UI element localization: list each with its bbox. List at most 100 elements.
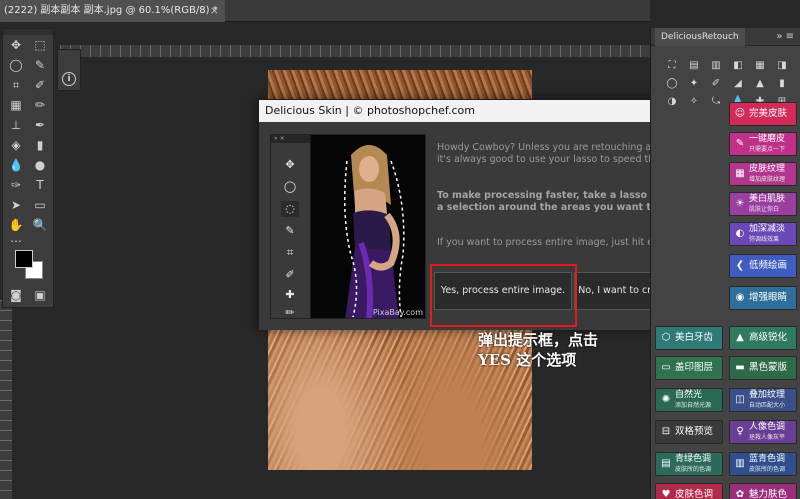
- retouch-button[interactable]: ◐ 加深减淡 弥调线效果: [729, 222, 797, 246]
- retouch-button[interactable]: ▥ 蓝青色调 皮肤所的色调: [729, 452, 797, 476]
- retouch-button[interactable]: ☀ 美白肌肤 肌肤让你白: [729, 192, 797, 216]
- blur-tool-icon[interactable]: 💧: [5, 155, 27, 175]
- foreground-color-swatch[interactable]: [15, 250, 33, 268]
- marquee-tool-icon[interactable]: ⬚: [29, 35, 51, 55]
- brush-icon: ✎: [735, 138, 745, 149]
- retouch-button[interactable]: ♥ 皮肤色调: [655, 483, 723, 499]
- retouch-button-label: 美白牙齿: [675, 332, 714, 343]
- annotation-line-1: 弹出提示框，点击: [478, 331, 599, 349]
- swap-icon[interactable]: ⤿: [705, 94, 727, 110]
- sparkle-icon[interactable]: ✧: [683, 94, 705, 110]
- highlight-box: [430, 264, 577, 327]
- close-tab-icon[interactable]: ×: [210, 0, 219, 22]
- select-icon[interactable]: ⛶: [661, 58, 683, 74]
- retouch-button[interactable]: ⊟ 双格预览: [655, 420, 723, 444]
- retouch-button[interactable]: ▲ 高级锐化: [729, 326, 797, 350]
- gradient-icon[interactable]: ▥: [705, 58, 727, 74]
- photoshop-window: { "document_tab": { "title": "(2222) 副本副…: [0, 0, 800, 499]
- retouch-button-label: 人像色调: [749, 422, 786, 432]
- retouch-button[interactable]: ▬ 黑色蒙版: [729, 356, 797, 380]
- healing-tool-icon[interactable]: ▦: [5, 95, 27, 115]
- levels-icon[interactable]: ▲: [749, 76, 771, 92]
- chevron-icon: ❮: [735, 260, 745, 271]
- quick-select-tool-icon[interactable]: ✎: [29, 55, 51, 75]
- overlay-icon: ◫: [735, 394, 745, 405]
- retouch-button-label: 盖印图层: [675, 362, 714, 373]
- fill-icon[interactable]: ◧: [727, 58, 749, 74]
- tools-panel: ✥ ⬚ ◯ ✎ ⌗ ✐ ▦ ✏ ⊥ ✒ ◈ ▮ 💧 ● ✑ T ➤ ▭ ✋ 🔍 …: [2, 28, 54, 308]
- retouch-button-label: 增强眼睛: [749, 292, 788, 303]
- more-tools-icon[interactable]: ⋯: [5, 231, 27, 251]
- retouch-button-label: 美白肌肤: [749, 194, 786, 204]
- dodge-icon: ◐: [735, 228, 745, 239]
- retouch-button[interactable]: ⬡ 美白牙齿: [655, 326, 723, 350]
- lasso-icon[interactable]: ◯: [661, 76, 683, 92]
- history-brush-icon[interactable]: ✒: [29, 115, 51, 135]
- halftone-icon[interactable]: ▦: [749, 58, 771, 74]
- eraser-tool-icon[interactable]: ◈: [5, 135, 27, 155]
- preview-image: » × ✥ ◯ ◌ ✎ ⌗ ✐ ✚ ✏ PixaBay.com: [270, 134, 426, 319]
- panel-tab[interactable]: DeliciousRetouch: [655, 28, 745, 46]
- panel-header: DeliciousRetouch » ≡: [651, 28, 800, 46]
- screen-mode-icon[interactable]: ▣: [29, 285, 51, 305]
- retouch-button[interactable]: ▦ 皮肤纹理 增加皮肤纹理: [729, 162, 797, 186]
- texture-icon: ▦: [735, 168, 745, 179]
- dodge-tool-icon[interactable]: ●: [29, 155, 51, 175]
- retouch-button-label: 一键磨皮: [749, 134, 786, 144]
- retouch-button[interactable]: ▤ 青绿色调皮肤所的色调: [655, 452, 723, 476]
- portrait-illustration: [344, 145, 405, 318]
- retouch-button-sublabel: 皮肤所的色调: [675, 466, 712, 473]
- retouch-button[interactable]: ☺ 完美皮肤: [729, 102, 797, 126]
- info-panel: i: [57, 49, 81, 91]
- quick-mask-icon[interactable]: ◙: [5, 285, 27, 305]
- zoom-tool-icon[interactable]: 🔍: [29, 215, 51, 235]
- retouch-button[interactable]: ❮ 低频绘画: [729, 254, 797, 278]
- retouch-button[interactable]: ◉ 增强眼睛: [729, 286, 797, 310]
- annotation-line-2: YES 这个选项: [478, 351, 577, 369]
- panel-menu-icon[interactable]: » ≡: [776, 28, 794, 46]
- shape-tool-icon[interactable]: ▭: [29, 195, 51, 215]
- annotation-text: 弹出提示框，点击 YES 这个选项: [478, 330, 598, 370]
- stack-icon[interactable]: ▤: [683, 58, 705, 74]
- retouch-button[interactable]: ✎ 一键磨皮只需要点一下: [729, 132, 797, 156]
- brush-tool-icon[interactable]: ✏: [29, 95, 51, 115]
- teal-icon: ▤: [661, 458, 671, 469]
- quick-select-tool-icon: ✎: [285, 224, 295, 237]
- wand-icon[interactable]: ✦: [683, 76, 705, 92]
- type-tool-icon[interactable]: T: [29, 175, 51, 195]
- preview-portrait: PixaBay.com: [311, 135, 425, 318]
- tooth-icon: ⬡: [661, 332, 671, 343]
- retouch-button-sublabel: 只需要点一下: [749, 146, 786, 153]
- retouch-button[interactable]: ✺ 自然光 添加自然光源: [655, 388, 723, 412]
- eyedropper-tool-icon[interactable]: ✐: [29, 75, 51, 95]
- document-tab-bar: (2222) 副本副本 副本.jpg @ 60.1%(RGB/8) * ×: [0, 0, 650, 22]
- retouch-button-sublabel: 添加自然光源: [675, 402, 712, 409]
- histogram-icon[interactable]: ▮: [771, 76, 793, 92]
- info-icon[interactable]: i: [62, 72, 76, 86]
- lasso-tool-icon[interactable]: ◯: [5, 55, 27, 75]
- retouch-button[interactable]: ♀ 人像色调 拯救人像灰平: [729, 420, 797, 444]
- retouch-button-label: 自然光: [675, 390, 703, 400]
- charm-icon: ✿: [735, 489, 745, 499]
- pen-tool-icon[interactable]: ✑: [5, 175, 27, 195]
- retouch-button[interactable]: ▭ 盖印图层: [655, 356, 723, 380]
- stamp-tool-icon[interactable]: ⊥: [5, 115, 27, 135]
- gradient-tool-icon[interactable]: ▮: [29, 135, 51, 155]
- pipette-icon[interactable]: ✐: [705, 76, 727, 92]
- path-select-icon[interactable]: ➤: [5, 195, 27, 215]
- move-tool-icon[interactable]: ✥: [5, 35, 27, 55]
- crop-tool-icon[interactable]: ⌗: [5, 75, 27, 95]
- preview-toolbar: » × ✥ ◯ ◌ ✎ ⌗ ✐ ✚ ✏: [271, 135, 311, 319]
- brush-tool-icon: ✏: [285, 306, 295, 319]
- triangle-icon[interactable]: ◢: [727, 76, 749, 92]
- retouch-button-label: 完美皮肤: [749, 108, 788, 119]
- retouch-button-label: 青绿色调: [675, 454, 712, 464]
- retouch-button[interactable]: ✿ 魅力肤色: [729, 483, 797, 499]
- retouch-button-label: 皮肤色调: [675, 489, 714, 499]
- document-tab[interactable]: (2222) 副本副本 副本.jpg @ 60.1%(RGB/8) * ×: [0, 0, 225, 22]
- adjust-icon[interactable]: ◨: [771, 58, 793, 74]
- delicious-retouch-panel: DeliciousRetouch » ≡ ⛶ ▤ ▥ ◧ ▦ ◨ ◯ ✦ ✐ ◢…: [650, 28, 800, 499]
- retouch-button-label: 黑色蒙版: [749, 362, 788, 373]
- retouch-button[interactable]: ◫ 叠加纹理 自动匹配大小: [729, 388, 797, 412]
- blend-icon[interactable]: ◑: [661, 94, 683, 110]
